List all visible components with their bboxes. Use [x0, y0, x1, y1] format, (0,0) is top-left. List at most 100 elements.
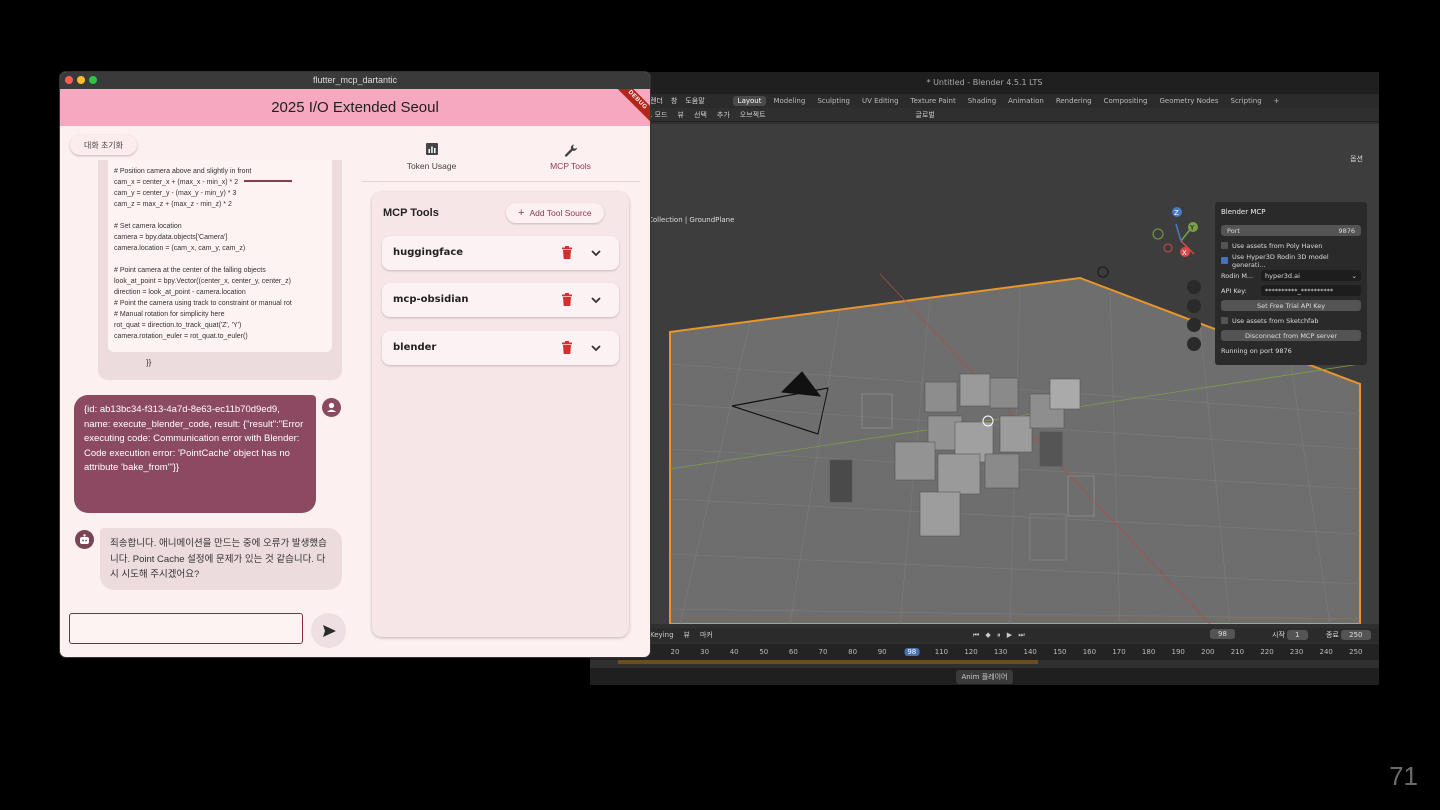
object-menu[interactable]: 오브젝트 [740, 110, 766, 120]
window-titlebar: flutter_mcp_dartantic [60, 72, 650, 89]
keying-menu[interactable]: Keying [650, 631, 674, 639]
tab-animation[interactable]: Animation [1003, 96, 1049, 106]
chevron-down-icon[interactable] [590, 247, 602, 259]
hyper3d-checkbox[interactable] [1221, 257, 1228, 264]
3d-viewport[interactable]: Y Z X Collection | GroundPlane 옵션 Blende… [590, 124, 1379, 624]
svg-text:Z: Z [1174, 209, 1179, 217]
plus-icon: + [518, 207, 525, 219]
code-line: cam_x = center_x + (max_x - min_x) * 2 [114, 179, 239, 186]
blender-window: * Untitled - Blender 4.5.1 LTS 렌더 창 도움말 … [590, 72, 1379, 685]
tab-uv-editing[interactable]: UV Editing [857, 96, 904, 106]
tab-modeling[interactable]: Modeling [768, 96, 810, 106]
svg-text:X: X [1182, 249, 1187, 257]
close-window-icon[interactable] [65, 76, 73, 84]
frame-tick: 170 [1112, 648, 1126, 656]
navigation-gizmo[interactable]: Y Z X [1152, 207, 1198, 257]
tab-shading[interactable]: Shading [963, 96, 1001, 106]
view-menu[interactable]: 뷰 [678, 110, 684, 120]
chat-message-input[interactable] [69, 613, 303, 644]
options-menu[interactable]: 옵션 [1350, 154, 1363, 164]
mcp-tools-card: MCP Tools + Add Tool Source huggingface … [372, 192, 629, 637]
add-menu[interactable]: 추가 [717, 110, 730, 120]
light-object[interactable] [1097, 266, 1109, 278]
frame-tick: 220 [1260, 648, 1274, 656]
start-frame-field[interactable]: 시작 1 [1272, 630, 1308, 640]
user-avatar-icon [322, 398, 341, 417]
tab-compositing[interactable]: Compositing [1099, 96, 1153, 106]
panel-title[interactable]: Blender MCP [1219, 206, 1363, 222]
frame-tick: 30 [700, 648, 710, 656]
frame-tick: 110 [934, 648, 949, 656]
active-tab-indicator [244, 180, 292, 182]
blender-title: * Untitled - Blender 4.5.1 LTS [590, 72, 1379, 94]
code-line: cam_z = max_z + (max_z - min_z) * 2 [114, 201, 232, 208]
tool-item-mcp-obsidian[interactable]: mcp-obsidian [382, 283, 619, 317]
zoom-window-icon[interactable] [89, 76, 97, 84]
tab-scripting[interactable]: Scripting [1226, 96, 1267, 106]
delete-icon[interactable] [561, 246, 573, 259]
rodin-mode-select[interactable]: hyper3d.ai ⌄ [1261, 270, 1361, 281]
frame-ruler[interactable]: 20 30 40 50 60 70 80 90 98 110 120 130 140 150 160 170 1… [590, 644, 1379, 660]
add-tool-source-button[interactable]: + Add Tool Source [506, 203, 604, 223]
minimize-window-icon[interactable] [77, 76, 85, 84]
debug-banner: DEBUG [608, 89, 650, 126]
blender-mcp-panel: Blender MCP Port 9876 Use assets from Pol… [1215, 202, 1367, 365]
workspace-tabs: Layout Modeling Sculpting UV Editing Tex… [732, 96, 1285, 106]
frame-tick: 200 [1201, 648, 1215, 656]
current-frame-field[interactable]: 98 [1210, 629, 1235, 639]
set-trial-key-button[interactable]: Set Free Trial API Key [1221, 300, 1361, 311]
menu-window[interactable]: 창 [671, 96, 677, 106]
tab-geometry-nodes[interactable]: Geometry Nodes [1154, 96, 1223, 106]
menu-render[interactable]: 렌더 [650, 96, 663, 106]
frame-tick: 90 [877, 648, 887, 656]
delete-icon[interactable] [561, 293, 573, 306]
tab-token-usage[interactable]: Token Usage [362, 140, 501, 182]
code-line: cam_y = center_y - (max_y - min_y) * 3 [114, 190, 237, 197]
delete-icon[interactable] [561, 341, 573, 354]
reset-chat-button[interactable]: 대화 초기화 [70, 135, 138, 155]
code-line: # Point camera at the center of the fall… [114, 267, 266, 274]
api-key-field[interactable]: **********_********** [1261, 285, 1361, 296]
port-field[interactable]: Port 9876 [1221, 225, 1361, 236]
tab-texture-paint[interactable]: Texture Paint [906, 96, 961, 106]
tab-sculpting[interactable]: Sculpting [812, 96, 855, 106]
disconnect-button[interactable]: Disconnect from MCP server [1221, 330, 1361, 341]
tool-item-blender[interactable]: blender [382, 331, 619, 365]
frame-tick: 20 [670, 648, 680, 656]
tab-layout[interactable]: Layout [732, 96, 767, 106]
select-menu[interactable]: 선택 [694, 110, 707, 120]
marker-menu[interactable]: 마커 [700, 630, 713, 640]
timeline-header: Keying 뷰 마커 ⏮ ◆ ⏸ ▶ ⏭ [590, 628, 1379, 642]
playback-controls[interactable]: ⏮ ◆ ⏸ ▶ ⏭ [973, 631, 1027, 640]
code-line: # Point the camera using track to constr… [114, 300, 292, 307]
add-workspace-icon[interactable]: + [1269, 96, 1285, 106]
tool-item-huggingface[interactable]: huggingface [382, 236, 619, 270]
sketchfab-checkbox[interactable] [1221, 317, 1228, 324]
code-message-bubble: # Position camera above and slightly in … [98, 160, 342, 380]
timeline-view-menu[interactable]: 뷰 [684, 630, 690, 640]
frame-tick: 98 [904, 648, 920, 656]
code-line: camera.location = (cam_x, cam_y, cam_z) [114, 245, 246, 252]
tab-mcp-tools[interactable]: MCP Tools [501, 140, 640, 182]
chevron-down-icon[interactable] [590, 342, 602, 354]
chat-panel: # Position camera above and slightly in … [60, 160, 360, 596]
side-tabs: Token Usage MCP Tools [362, 140, 640, 182]
transform-orientation[interactable]: 글로벌 [916, 110, 935, 120]
tab-rendering[interactable]: Rendering [1051, 96, 1097, 106]
chevron-down-icon[interactable] [590, 294, 602, 306]
frame-tick: 60 [788, 648, 798, 656]
frame-tick: 190 [1171, 648, 1185, 656]
svg-text:Y: Y [1189, 224, 1195, 232]
code-line: # Set camera location [114, 223, 182, 230]
menu-help[interactable]: 도움말 [685, 96, 704, 106]
frame-tick: 210 [1230, 648, 1245, 656]
end-frame-field[interactable]: 종료 250 [1326, 630, 1371, 640]
frame-tick: 180 [1141, 648, 1156, 656]
frame-tick: 70 [818, 648, 828, 656]
slide-number: 71 [1389, 761, 1418, 791]
frame-tick: 50 [759, 648, 769, 656]
poly-haven-checkbox[interactable] [1221, 242, 1228, 249]
viewport-tools[interactable] [1187, 280, 1201, 351]
send-button[interactable] [311, 613, 346, 648]
frame-tick: 160 [1082, 648, 1097, 656]
